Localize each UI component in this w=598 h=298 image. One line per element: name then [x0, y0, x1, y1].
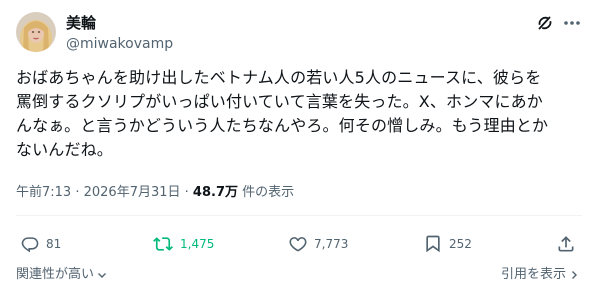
user-handle[interactable]: @miwakovamp	[66, 35, 173, 53]
post-time[interactable]: 午前7:13	[16, 185, 71, 200]
like-count: 7,773	[314, 237, 349, 251]
retweet-count: 1,475	[180, 237, 215, 251]
more-icon[interactable]	[561, 13, 583, 33]
post-text-line: ないんだね。	[16, 140, 113, 159]
sort-label: 関連性が高い	[16, 267, 95, 282]
views-count: 48.7万	[192, 185, 238, 200]
share-icon	[558, 236, 574, 252]
bookmark-button[interactable]: 252	[423, 230, 472, 258]
post-card: 美輪 @miwakovamp おばあちゃんを助け出したベトナム人の若い人5人のニ…	[0, 0, 598, 298]
bookmark-icon	[426, 235, 440, 253]
views-label: 件の表示	[238, 185, 295, 200]
like-button[interactable]: 7,773	[288, 230, 348, 258]
retweet-button[interactable]: 1,475	[152, 230, 214, 258]
post-meta: 午前7:13 · 2026年7月31日 · 48.7万 件の表示	[16, 183, 294, 203]
avatar[interactable]	[16, 12, 56, 52]
reply-icon	[21, 237, 39, 253]
grok-icon[interactable]	[535, 13, 555, 33]
meta-separator: ·	[71, 185, 84, 200]
sort-replies-button[interactable]: 関連性が高い	[16, 266, 108, 284]
post-text-line: 罵倒するクソリプがいっぱい付いていて言葉を失った。X、ホンマにあか	[16, 92, 543, 111]
view-quotes-link[interactable]: 引用を表示	[501, 266, 580, 284]
post-text-line: んなぁ。と言うかどういう人たちなんやろ。何その憎しみ。もう理由とか	[16, 116, 549, 135]
reply-button[interactable]: 81	[20, 230, 61, 258]
bookmark-count: 252	[449, 237, 472, 251]
avatar-photo	[16, 12, 56, 52]
quotes-label: 引用を表示	[500, 267, 566, 282]
meta-separator: ·	[180, 185, 193, 200]
reply-count: 81	[46, 237, 62, 251]
display-name[interactable]: 美輪	[66, 14, 96, 32]
post-text-line: おばあちゃんを助け出したベトナム人の若い人5人のニュースに、彼らを	[16, 68, 542, 87]
chevron-right-icon	[572, 271, 577, 279]
post-date[interactable]: 2026年7月31日	[84, 185, 181, 200]
chevron-down-icon	[98, 273, 107, 278]
heart-icon	[289, 237, 307, 252]
share-button[interactable]	[556, 230, 576, 258]
post-text: おばあちゃんを助け出したベトナム人の若い人5人のニュースに、彼らを 罵倒するクソ…	[16, 66, 582, 162]
retweet-icon	[153, 237, 173, 251]
divider	[16, 215, 582, 216]
action-bar: 81 1,475 7,773 252	[16, 230, 582, 258]
